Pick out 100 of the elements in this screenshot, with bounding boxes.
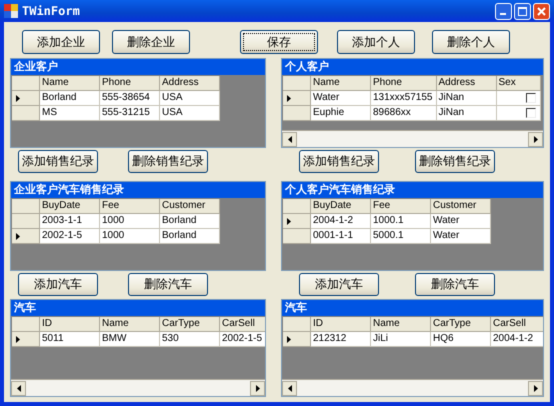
table-cell: BMW (100, 332, 160, 347)
column-header[interactable]: Name (371, 317, 431, 332)
column-header[interactable]: Address (160, 76, 220, 91)
column-header[interactable]: Sex (496, 76, 540, 91)
column-header[interactable]: CarSell (220, 317, 265, 332)
column-header[interactable]: Name (40, 76, 100, 91)
horizontal-scrollbar[interactable] (282, 379, 543, 396)
table-cell: Water (311, 91, 371, 106)
table-cell: 2004-1-2 (311, 214, 371, 229)
action-button[interactable]: 删除销售纪录 (128, 150, 208, 173)
table-cell: JiNan (436, 91, 496, 106)
table-cell: 2004-1-2 (491, 332, 543, 347)
column-header[interactable]: Name (311, 76, 371, 91)
action-button[interactable]: 删除个人 (432, 30, 510, 54)
panel-title: 企业客户 (11, 59, 265, 75)
row-header[interactable] (283, 214, 311, 229)
column-header[interactable]: Customer (431, 199, 491, 214)
row-header[interactable] (283, 91, 311, 106)
table-cell: Euphie (311, 106, 371, 121)
row-header (12, 317, 40, 332)
table-cell: 555-38654 (100, 91, 160, 106)
panel-title: 汽车 (11, 300, 265, 316)
scroll-left-icon[interactable] (288, 384, 292, 392)
column-header[interactable]: CarType (431, 317, 491, 332)
table-cell: MS (40, 106, 100, 121)
action-button[interactable]: 添加销售纪录 (299, 150, 379, 173)
action-button[interactable]: 保存 (240, 30, 318, 54)
column-header[interactable]: ID (40, 317, 100, 332)
table-cell: HQ6 (431, 332, 491, 347)
row-header[interactable] (283, 332, 311, 347)
table-cell: 2002-1-5 (220, 332, 265, 347)
table-cell: 5000.1 (371, 229, 431, 244)
horizontal-scrollbar[interactable] (11, 379, 265, 396)
row-header (12, 199, 40, 214)
action-button[interactable]: 删除汽车 (128, 273, 208, 296)
row-header (283, 317, 311, 332)
row-header[interactable] (12, 91, 40, 106)
row-header (283, 199, 311, 214)
scroll-right-icon[interactable] (534, 384, 538, 392)
action-button[interactable]: 删除销售纪录 (415, 150, 495, 173)
panel-title: 个人客户 (282, 59, 543, 75)
action-button[interactable]: 删除企业 (112, 30, 190, 54)
maximize-button[interactable] (514, 2, 531, 20)
panel-title: 个人客户汽车销售纪录 (282, 182, 543, 198)
table-cell: 5011 (40, 332, 100, 347)
table-cell: 1000.1 (371, 214, 431, 229)
app-icon (4, 4, 18, 18)
table-cell: 131xxx57155 (371, 91, 436, 106)
column-header[interactable]: Name (100, 317, 160, 332)
table-cell: JiLi (371, 332, 431, 347)
scroll-left-icon[interactable] (288, 136, 292, 142)
table-cell: Water (431, 229, 491, 244)
column-header[interactable]: Fee (100, 199, 160, 214)
column-header[interactable]: BuyDate (311, 199, 371, 214)
scroll-left-icon[interactable] (16, 384, 20, 392)
action-button[interactable]: 添加销售纪录 (18, 150, 98, 173)
table-cell: Borland (160, 229, 220, 244)
action-button[interactable]: 添加汽车 (18, 273, 98, 296)
action-button[interactable]: 添加汽车 (299, 273, 379, 296)
action-button[interactable]: 删除汽车 (415, 273, 495, 296)
horizontal-scrollbar[interactable] (282, 130, 543, 147)
table-cell: 1000 (100, 229, 160, 244)
panel-title: 汽车 (282, 300, 543, 316)
table-cell: 2002-1-5 (40, 229, 100, 244)
panel-title: 企业客户汽车销售纪录 (11, 182, 265, 198)
column-header[interactable]: Fee (371, 199, 431, 214)
current-row-icon (287, 94, 291, 102)
table-cell: 2003-1-1 (40, 214, 100, 229)
checkbox[interactable] (526, 108, 536, 118)
action-button[interactable]: 添加个人 (337, 30, 415, 54)
scroll-right-icon[interactable] (256, 384, 260, 392)
current-row-icon (16, 232, 20, 240)
column-header[interactable]: ID (311, 317, 371, 332)
action-button[interactable]: 添加企业 (22, 30, 100, 54)
close-button[interactable] (533, 2, 550, 20)
table-cell: Borland (160, 214, 220, 229)
row-header[interactable] (12, 229, 40, 244)
scroll-right-icon[interactable] (534, 136, 538, 142)
table-cell: 530 (160, 332, 220, 347)
column-header[interactable]: Address (436, 76, 496, 91)
column-header[interactable]: BuyDate (40, 199, 100, 214)
checkbox[interactable] (526, 93, 536, 103)
current-row-icon (287, 218, 291, 224)
minimize-button[interactable] (495, 2, 512, 20)
table-cell: 0001-1-1 (311, 229, 371, 244)
column-header[interactable]: CarSell (491, 317, 543, 332)
current-row-icon (16, 94, 20, 102)
window-title: TWinForm (22, 4, 80, 18)
row-header[interactable] (12, 332, 40, 347)
table-cell: Borland (40, 91, 100, 106)
table-cell: Water (431, 214, 491, 229)
current-row-icon (287, 336, 291, 342)
table-cell: 212312 (311, 332, 371, 347)
table-cell: USA (160, 106, 220, 121)
column-header[interactable]: Customer (160, 199, 220, 214)
column-header[interactable]: CarType (160, 317, 220, 332)
row-header (12, 76, 40, 91)
column-header[interactable]: Phone (371, 76, 436, 91)
close-icon (537, 6, 546, 16)
column-header[interactable]: Phone (100, 76, 160, 91)
